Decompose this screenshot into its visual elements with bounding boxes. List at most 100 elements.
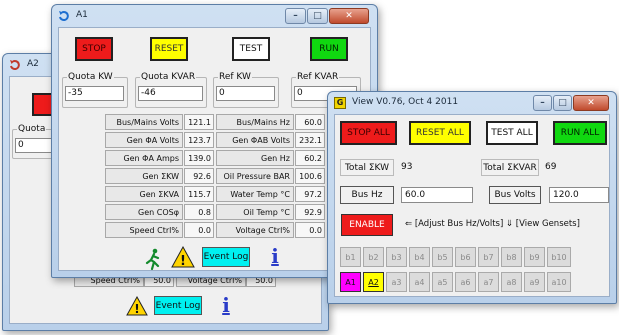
enable-button[interactable]: ENABLE bbox=[341, 214, 393, 236]
meter-label: Gen Hz bbox=[216, 150, 294, 166]
window-view[interactable]: G View V0.76, Oct 4 2011 – □ ✕ STOP ALL … bbox=[327, 91, 617, 304]
meter-label: Oil Pressure BAR bbox=[216, 168, 294, 184]
genset-b-button[interactable]: b9 bbox=[524, 247, 545, 267]
meter-value: 0.8 bbox=[184, 204, 214, 220]
event-log-button[interactable]: Event Log bbox=[202, 247, 250, 267]
reset-all-button[interactable]: RESET ALL bbox=[409, 121, 471, 145]
bus-hz-button[interactable]: Bus Hz bbox=[340, 186, 394, 204]
genset-b-button[interactable]: b10 bbox=[547, 247, 571, 267]
meter-value: 121.1 bbox=[184, 114, 214, 130]
meter-value: 115.7 bbox=[184, 186, 214, 202]
meter-label: Gen COSφ bbox=[105, 204, 183, 220]
maximize-button[interactable]: □ bbox=[553, 95, 572, 111]
view-client: STOP ALL RESET ALL TEST ALL RUN ALL Tota… bbox=[334, 114, 610, 297]
genset-b-button[interactable]: b8 bbox=[501, 247, 522, 267]
bus-volts-input[interactable]: 120.0 bbox=[549, 187, 609, 203]
refresh-app-icon bbox=[10, 60, 20, 71]
meter-value: 100.6 bbox=[295, 168, 325, 184]
quota-kw-group: Quota KW -35 bbox=[62, 72, 128, 108]
meter-label: Bus/Mains Volts bbox=[105, 114, 183, 130]
meter-label: Gen ΦA Volts bbox=[105, 132, 183, 148]
run-button[interactable]: RUN bbox=[310, 37, 348, 61]
genset-b-button[interactable]: b6 bbox=[455, 247, 476, 267]
view-title: View V0.76, Oct 4 2011 bbox=[352, 97, 459, 107]
total-kvar-value: 69 bbox=[545, 162, 557, 172]
genset-b-button[interactable]: b1 bbox=[340, 247, 361, 267]
genset-b-button[interactable]: b7 bbox=[478, 247, 499, 267]
meter-label: Gen ΣKVA bbox=[105, 186, 183, 202]
genset-b-button[interactable]: b3 bbox=[386, 247, 407, 267]
meter-value: 139.0 bbox=[184, 150, 214, 166]
minimize-button[interactable]: – bbox=[285, 8, 306, 24]
run-all-button[interactable]: RUN ALL bbox=[553, 121, 607, 145]
total-kw-value: 93 bbox=[401, 162, 413, 172]
genset-b-button[interactable]: b4 bbox=[409, 247, 430, 267]
quota-kw-field[interactable]: -35 bbox=[65, 86, 124, 101]
genset-a1-button[interactable]: A1 bbox=[340, 272, 361, 292]
genset-a-button[interactable]: a6 bbox=[455, 272, 476, 292]
bus-volts-button[interactable]: Bus Volts bbox=[489, 186, 541, 204]
meter-label: Water Temp °C bbox=[216, 186, 294, 202]
a1-client: STOP RESET TEST RUN Quota KW -35 Quota K… bbox=[58, 27, 371, 271]
maximize-button[interactable]: □ bbox=[307, 8, 328, 24]
test-all-button[interactable]: TEST ALL bbox=[486, 121, 538, 145]
bus-hz-input[interactable]: 60.0 bbox=[401, 187, 473, 203]
meter-value: 92.9 bbox=[295, 204, 325, 220]
meter-label: Oil Temp °C bbox=[216, 204, 294, 220]
ref-kw-group: Ref KW 0 bbox=[213, 72, 279, 108]
test-button[interactable]: TEST bbox=[232, 37, 270, 61]
meter-label: Speed Ctrl% bbox=[105, 222, 183, 238]
quota-kvar-group: Quota KVAR -46 bbox=[135, 72, 207, 108]
meter-label: Voltage Ctrl% bbox=[216, 222, 294, 238]
ref-kw-field[interactable]: 0 bbox=[216, 86, 275, 101]
ref-kvar-label: Ref KVAR bbox=[296, 72, 340, 82]
a1-title: A1 bbox=[76, 10, 88, 20]
warning-icon: ! bbox=[126, 296, 148, 316]
meter-value: 97.2 bbox=[295, 186, 325, 202]
ref-kw-label: Ref KW bbox=[218, 72, 252, 82]
adjust-hint-text: ⇐ [Adjust Bus Hz/Volts] ⇓ [View Gensets] bbox=[405, 219, 580, 229]
genset-b-button[interactable]: b2 bbox=[363, 247, 384, 267]
meter-value: 60.0 bbox=[295, 114, 325, 130]
a2-event-log-button[interactable]: Event Log bbox=[154, 296, 202, 315]
a2-quota-value[interactable]: 0 bbox=[15, 138, 54, 153]
genset-a-button[interactable]: a8 bbox=[501, 272, 522, 292]
view-titlebar[interactable]: G View V0.76, Oct 4 2011 – □ ✕ bbox=[328, 92, 616, 114]
meter-value: 0.0 bbox=[184, 222, 214, 238]
reset-button[interactable]: RESET bbox=[150, 37, 188, 61]
a2-quota-label: Quota bbox=[17, 124, 47, 134]
quota-kw-label: Quota KW bbox=[67, 72, 114, 82]
close-button[interactable]: ✕ bbox=[573, 95, 609, 111]
quota-kvar-label: Quota KVAR bbox=[140, 72, 197, 82]
meter-label: Gen ΦAB Volts bbox=[216, 132, 294, 148]
stop-all-button[interactable]: STOP ALL bbox=[340, 121, 397, 145]
view-app-icon: G bbox=[334, 97, 346, 109]
svg-text:!: ! bbox=[180, 254, 186, 268]
total-kw-label: Total ΣKW bbox=[340, 159, 394, 176]
quota-kvar-field[interactable]: -46 bbox=[138, 86, 203, 101]
close-button[interactable]: ✕ bbox=[329, 8, 369, 24]
genset-a-button[interactable]: a3 bbox=[386, 272, 407, 292]
genset-a-button[interactable]: a10 bbox=[547, 272, 571, 292]
genset-a-button[interactable]: a4 bbox=[409, 272, 430, 292]
info-icon[interactable]: i bbox=[267, 245, 283, 267]
meter-value: 92.6 bbox=[184, 168, 214, 184]
refresh-app-icon bbox=[59, 11, 69, 22]
meter-label: Gen ΣKW bbox=[105, 168, 183, 184]
a2-title: A2 bbox=[27, 59, 39, 69]
genset-a-button[interactable]: a9 bbox=[524, 272, 545, 292]
genset-a-button[interactable]: a5 bbox=[432, 272, 453, 292]
a1-titlebar[interactable]: A1 – □ ✕ bbox=[52, 5, 377, 27]
minimize-button[interactable]: – bbox=[533, 95, 552, 111]
meter-label: Bus/Mains Hz bbox=[216, 114, 294, 130]
stop-button[interactable]: STOP bbox=[75, 37, 113, 61]
meter-label: Gen ΦA Amps bbox=[105, 150, 183, 166]
meter-value: 0.0 bbox=[295, 222, 325, 238]
svg-text:!: ! bbox=[134, 302, 139, 316]
genset-a2-button[interactable]: A2 bbox=[363, 272, 384, 292]
genset-b-button[interactable]: b5 bbox=[432, 247, 453, 267]
meter-value: 232.1 bbox=[295, 132, 325, 148]
genset-a-button[interactable]: a7 bbox=[478, 272, 499, 292]
a2-info-icon[interactable]: i bbox=[218, 294, 234, 316]
total-kvar-label: Total ΣKVAR bbox=[481, 159, 539, 176]
